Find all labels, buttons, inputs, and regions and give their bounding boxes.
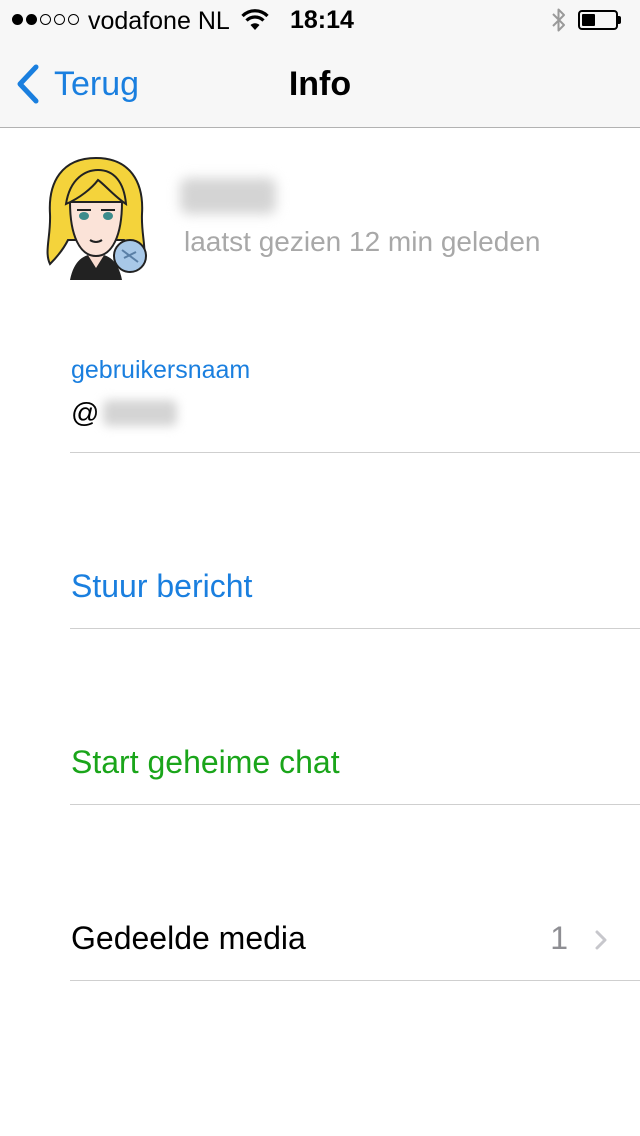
signal-dot [68, 14, 79, 25]
clock: 18:14 [290, 6, 354, 34]
wifi-icon [241, 9, 269, 30]
send-message-button[interactable]: Stuur bericht [71, 566, 252, 606]
divider [70, 980, 640, 981]
shared-media-label: Gedeelde media [71, 920, 306, 956]
avatar[interactable] [40, 152, 152, 280]
signal-dot [26, 14, 37, 25]
username-redacted [103, 400, 178, 426]
shared-media-row[interactable]: Gedeelde media 1 [0, 900, 640, 976]
battery-icon [578, 10, 622, 30]
bluetooth-icon [552, 8, 565, 32]
username-value[interactable]: @ [71, 396, 178, 430]
contact-name [180, 178, 276, 214]
carrier-name: vodafone NL [88, 7, 230, 35]
battery-tip [618, 16, 621, 24]
signal-dot [40, 14, 51, 25]
navigation-bar: Terug Info [0, 40, 640, 128]
divider [70, 628, 640, 629]
signal-dot [12, 14, 23, 25]
last-seen-status: laatst gezien 12 min geleden [184, 226, 541, 257]
status-bar: vodafone NL 18:14 [0, 0, 640, 40]
start-secret-chat-button[interactable]: Start geheime chat [71, 742, 340, 782]
username-prefix: @ [71, 397, 100, 428]
battery-fill [582, 14, 595, 26]
page-title: Info [288, 65, 352, 103]
divider [70, 804, 640, 805]
signal-dot [54, 14, 65, 25]
chevron-right-icon [595, 930, 607, 950]
username-label: gebruikersnaam [71, 356, 251, 384]
divider [70, 452, 640, 453]
shared-media-count: 1 [550, 920, 568, 956]
signal-strength-icon [12, 14, 79, 25]
